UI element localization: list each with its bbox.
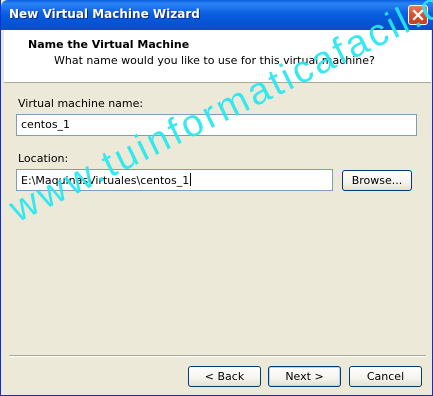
window-title: New Virtual Machine Wizard (9, 7, 200, 21)
footer-separator (9, 355, 426, 357)
location-label: Location: (18, 152, 69, 165)
vm-name-label: Virtual machine name: (18, 97, 144, 110)
vm-name-input[interactable]: centos_1 (16, 114, 417, 136)
browse-button[interactable]: Browse... (342, 170, 412, 191)
location-input[interactable]: E:\MaquinasVirtuales\centos_1 (16, 169, 333, 191)
cancel-button[interactable]: Cancel (349, 366, 422, 387)
back-button[interactable]: < Back (188, 366, 261, 387)
wizard-window: New Virtual Machine Wizard Name the Virt… (0, 0, 433, 396)
next-button[interactable]: Next > (268, 366, 341, 387)
location-value: E:\MaquinasVirtuales\centos_1 (21, 174, 190, 187)
page-title: Name the Virtual Machine (28, 38, 190, 51)
close-button[interactable] (408, 5, 428, 25)
title-bar[interactable]: New Virtual Machine Wizard (1, 0, 433, 30)
wizard-header: Name the Virtual Machine What name would… (4, 30, 431, 83)
close-icon (412, 9, 424, 21)
vm-name-value: centos_1 (21, 118, 71, 131)
text-caret (190, 173, 192, 186)
page-subtitle: What name would you like to use for this… (54, 54, 375, 67)
